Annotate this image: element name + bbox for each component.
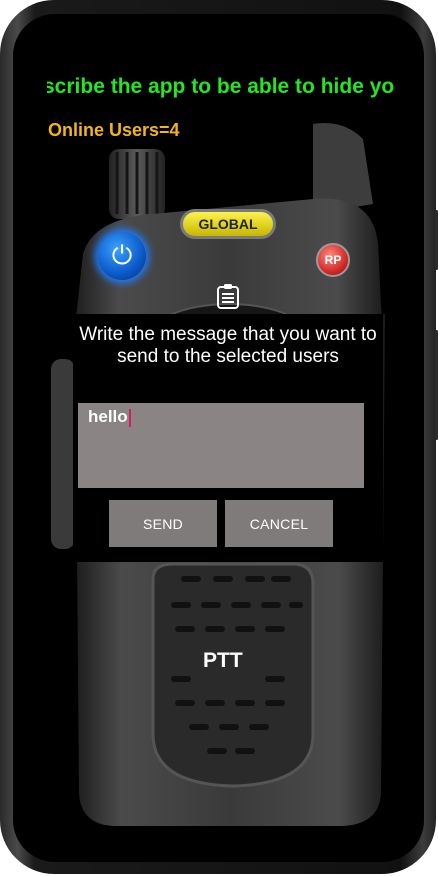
clipboard-icon[interactable] (214, 282, 242, 310)
message-dialog: Write the message that you want to send … (73, 314, 383, 562)
phone-frame: scribe the app to be able to hide yo Onl… (0, 0, 438, 874)
ptt-button[interactable]: PTT (203, 649, 243, 673)
marquee-text: scribe the app to be able to hide yo (47, 75, 395, 98)
message-input-value: hello (88, 407, 128, 426)
power-icon: ⏻ (111, 240, 133, 270)
dialog-title: Write the message that you want to send … (79, 324, 377, 367)
screen: scribe the app to be able to hide yo Onl… (13, 14, 424, 862)
channel-global-button[interactable]: GLOBAL (180, 209, 276, 239)
text-caret (128, 408, 131, 427)
message-input[interactable]: hello (78, 403, 364, 488)
cancel-button[interactable]: CANCEL (225, 500, 333, 547)
power-button[interactable]: ⏻ (98, 232, 146, 280)
online-users-count: Online Users=4 (48, 120, 180, 140)
rp-button[interactable]: RP (316, 243, 350, 277)
clipboard-icon-svg (217, 284, 239, 309)
send-button[interactable]: SEND (109, 500, 217, 547)
subscribe-marquee: scribe the app to be able to hide yo (47, 70, 407, 104)
